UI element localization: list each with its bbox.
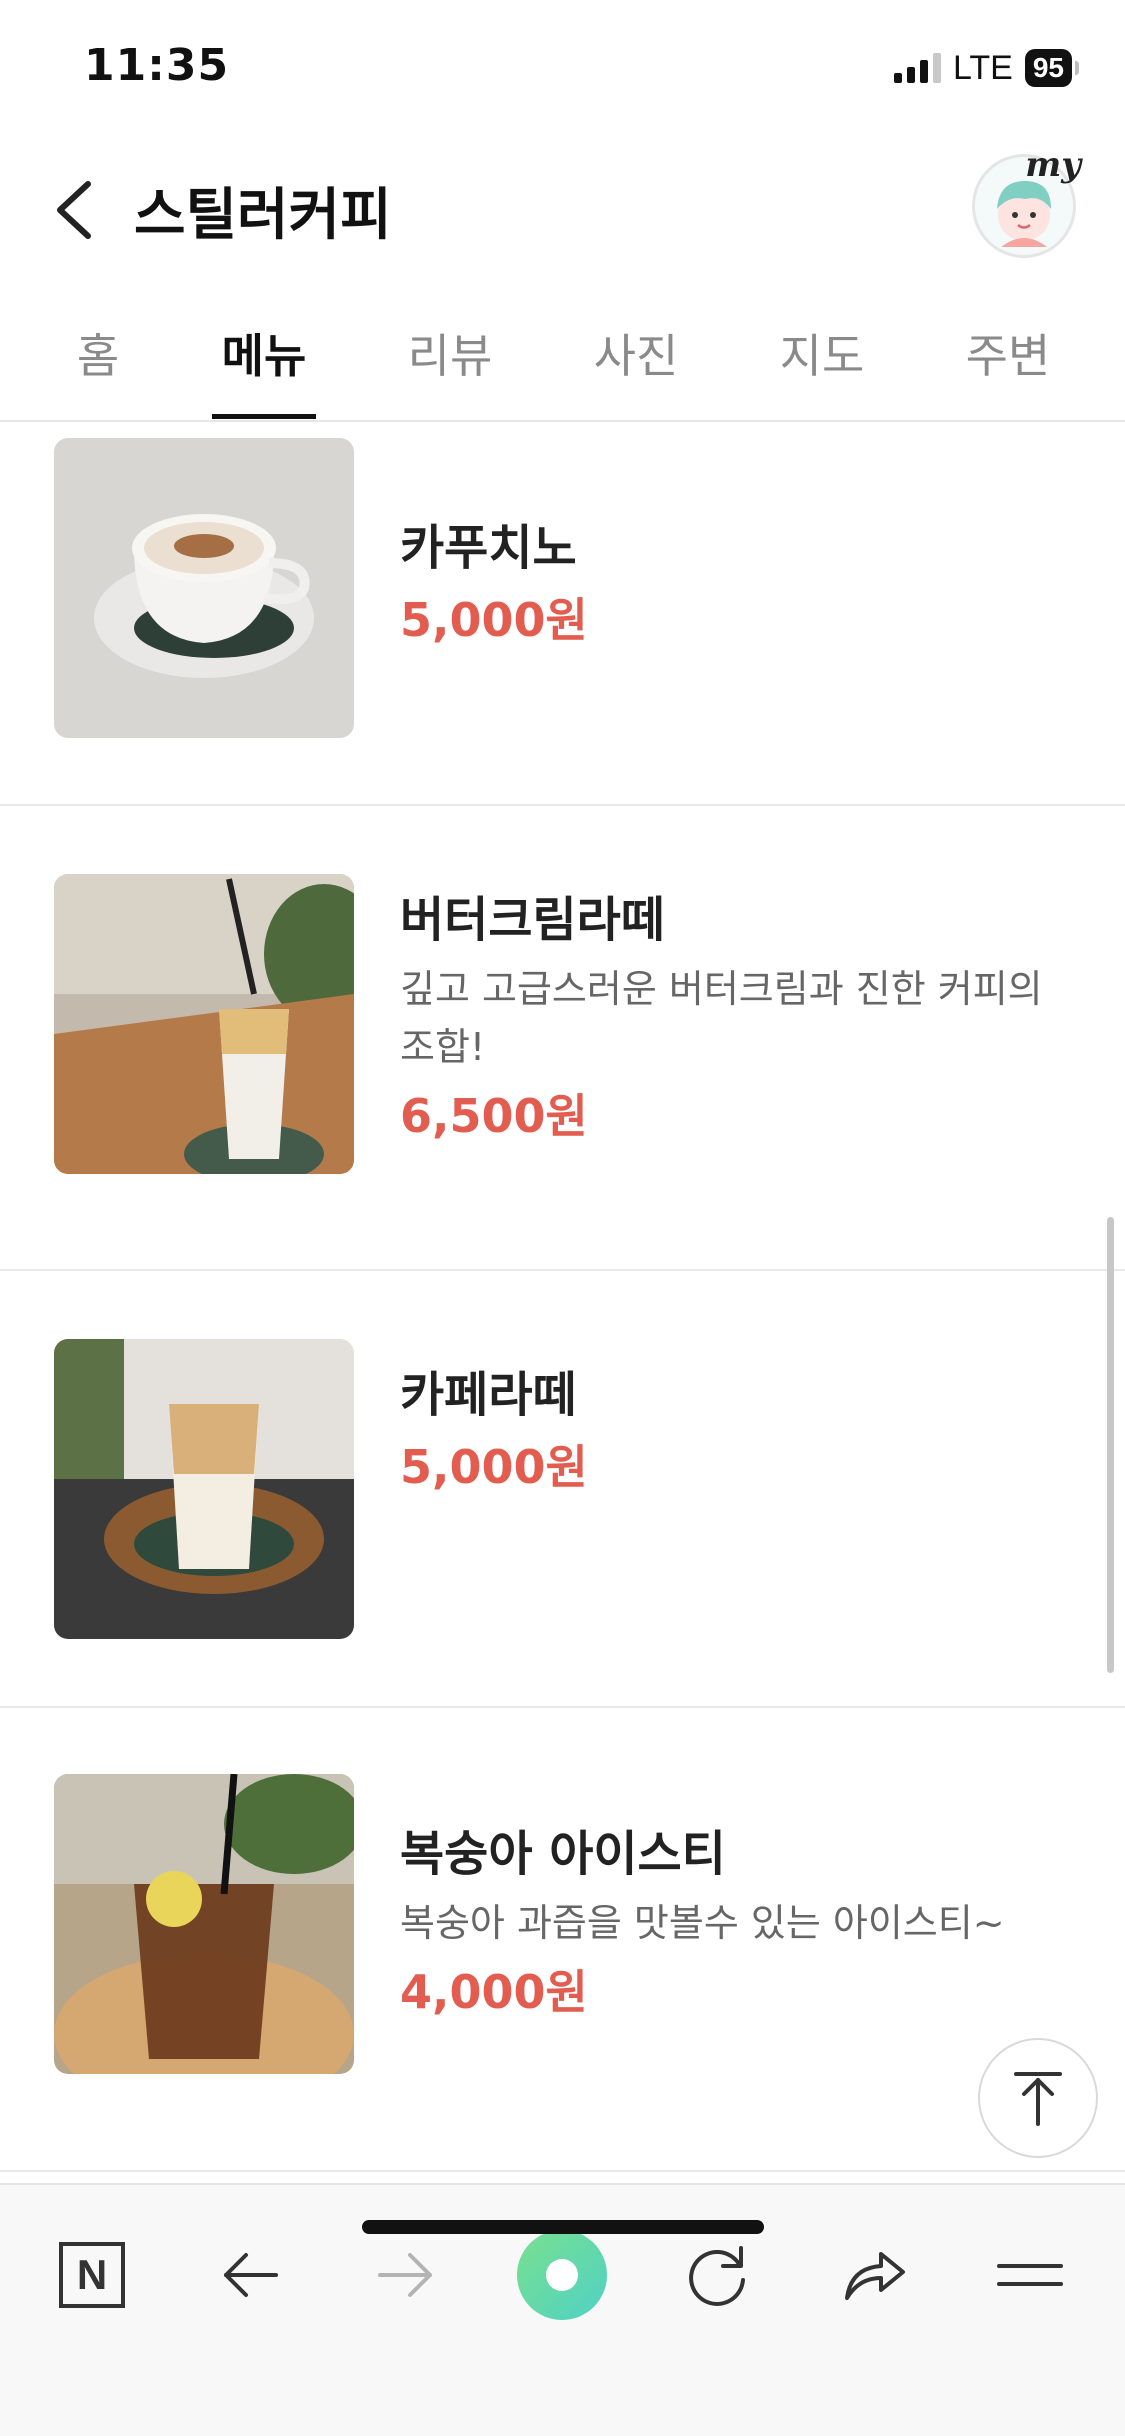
scrollbar[interactable] [1107, 1217, 1114, 1673]
page-title: 스틸러커피 [134, 183, 392, 248]
menu-price: 5,000원 [400, 1440, 588, 1494]
menu-icon [997, 2264, 1063, 2286]
menu-price: 4,000원 [400, 1965, 588, 2019]
share-button[interactable] [824, 2225, 924, 2325]
tab-photo[interactable]: 사진 [566, 320, 706, 386]
menu-photo-cappuccino [54, 438, 354, 738]
green-dot-button[interactable] [512, 2225, 612, 2325]
back-arrow-icon [224, 2253, 278, 2297]
menu-item[interactable]: 카푸치노 5,000원 [0, 424, 1125, 806]
menu-info: 복숭아 아이스티 복숭아 과즙을 맛볼수 있는 아이스티~ 4,000원 [400, 1822, 1065, 2024]
menu-name: 카페라떼 [400, 1367, 577, 1423]
tab-nearby[interactable]: 주변 [938, 320, 1078, 386]
scroll-to-top-button[interactable] [978, 2038, 1098, 2158]
menu-price: 6,500원 [400, 1089, 588, 1143]
back-button[interactable] [200, 2225, 300, 2325]
menu-description: 깊고 고급스러운 버터크림과 진한 커피의 조합! [400, 967, 1043, 1069]
arrow-up-icon [1014, 2072, 1062, 2126]
green-dot-icon [517, 2230, 607, 2320]
menu-photo-butter-cream-latte [54, 874, 354, 1174]
menu-name: 복숭아 아이스티 [400, 1826, 726, 1882]
tab-home[interactable]: 홈 [28, 320, 168, 386]
share-icon [845, 2252, 905, 2300]
back-chevron-icon[interactable] [46, 170, 106, 250]
menu-photo-peach-iced-tea [54, 1774, 354, 2074]
refresh-icon [689, 2246, 745, 2306]
network-label: LTE [953, 48, 1013, 87]
place-header: 스틸러커피 my [0, 130, 1125, 280]
naver-home-icon: N [59, 2242, 125, 2308]
menu-item[interactable]: 버터크림라떼 깊고 고급스러운 버터크림과 진한 커피의 조합! 6,500원 [0, 806, 1125, 1271]
my-label: my [1025, 145, 1081, 185]
forward-arrow-icon [378, 2253, 432, 2297]
tab-review[interactable]: 리뷰 [380, 320, 520, 386]
status-indicators: LTE 95 [894, 46, 1079, 90]
menu-item[interactable]: 복숭아 아이스티 복숭아 과즙을 맛볼수 있는 아이스티~ 4,000원 [0, 1708, 1125, 2172]
tab-menu[interactable]: 메뉴 [194, 320, 334, 386]
menu-item[interactable]: 카페라떼 5,000원 [0, 1271, 1125, 1708]
menu-name: 버터크림라떼 [400, 892, 665, 948]
menu-name: 카푸치노 [400, 520, 577, 576]
status-time: 11:35 [84, 40, 230, 91]
refresh-button[interactable] [668, 2225, 768, 2325]
home-indicator [362, 2220, 764, 2234]
menu-description: 복숭아 과즙을 맛볼수 있는 아이스티~ [400, 1901, 1005, 1945]
signal-icon [894, 53, 941, 83]
menu-photo-cafe-latte [54, 1339, 354, 1639]
menu-info: 카푸치노 5,000원 [400, 516, 1065, 652]
my-avatar-button[interactable]: my [972, 145, 1081, 258]
battery-level: 95 [1024, 49, 1072, 87]
menu-button[interactable] [980, 2225, 1080, 2325]
forward-button[interactable] [356, 2225, 456, 2325]
naver-home-button[interactable]: N [42, 2225, 142, 2325]
menu-price: 5,000원 [400, 593, 588, 647]
battery-icon: 95 [1024, 49, 1079, 87]
tab-bar: 홈 메뉴 리뷰 사진 지도 주변 [0, 290, 1125, 422]
status-bar: 11:35 LTE 95 [0, 0, 1125, 130]
tab-map[interactable]: 지도 [752, 320, 892, 386]
active-tab-indicator [212, 414, 316, 419]
menu-info: 버터크림라떼 깊고 고급스러운 버터크림과 진한 커피의 조합! 6,500원 [400, 888, 1065, 1148]
menu-info: 카페라떼 5,000원 [400, 1363, 1065, 1499]
